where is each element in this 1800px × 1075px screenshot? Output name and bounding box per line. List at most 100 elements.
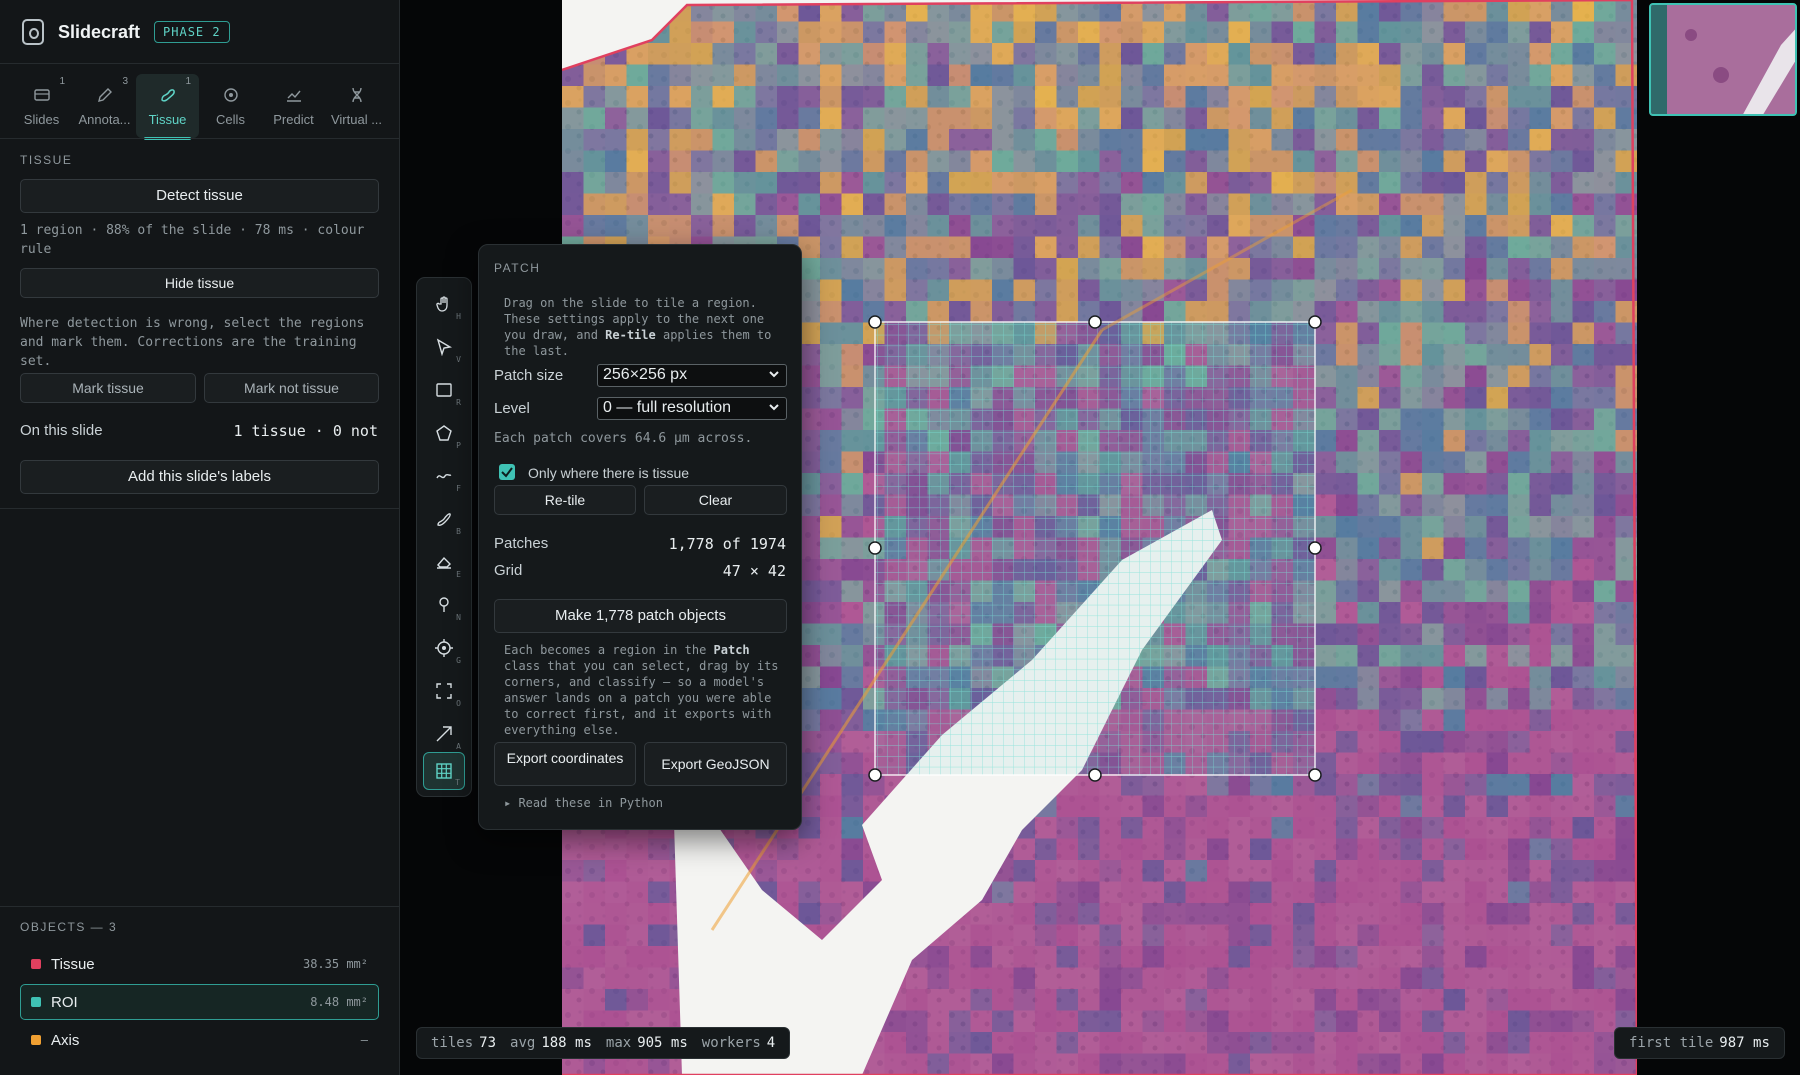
add-slide-labels-button[interactable]: Add this slide's labels xyxy=(20,460,379,494)
heat-tile xyxy=(820,451,842,473)
heat-tile xyxy=(1250,129,1272,151)
heat-tile xyxy=(1422,344,1444,366)
object-row-tissue[interactable]: Tissue 38.35 mm² xyxy=(20,946,379,982)
heat-tile xyxy=(1121,86,1143,108)
heat-tile xyxy=(1379,408,1401,430)
object-row-roi[interactable]: ROI 8.48 mm² xyxy=(20,984,379,1020)
crosshair-tool[interactable]: G xyxy=(423,629,465,667)
heat-tile xyxy=(970,967,992,989)
heat-tile xyxy=(927,107,949,129)
heat-tile xyxy=(755,172,777,194)
heat-tile xyxy=(1508,365,1530,387)
export-coordinates-button[interactable]: Export coordinates xyxy=(494,742,636,786)
heat-tile xyxy=(777,860,799,882)
heat-tile xyxy=(1508,258,1530,280)
mark-not-tissue-button[interactable]: Mark not tissue xyxy=(204,373,379,403)
heat-tile xyxy=(1099,21,1121,43)
eraser-tool[interactable]: E xyxy=(423,543,465,581)
heat-tile xyxy=(1228,21,1250,43)
brush-tool[interactable]: B xyxy=(423,500,465,538)
heat-tile xyxy=(1594,989,1616,1011)
heat-tile xyxy=(562,838,584,860)
heat-tile xyxy=(1529,236,1551,258)
heat-tile xyxy=(1035,946,1057,968)
heat-tile xyxy=(1121,236,1143,258)
heat-tile xyxy=(1422,215,1444,237)
pin-tool[interactable]: N xyxy=(423,586,465,624)
heat-tile xyxy=(1357,709,1379,731)
heat-tile xyxy=(1357,301,1379,323)
detect-tissue-button[interactable]: Detect tissue xyxy=(20,179,379,213)
heat-tile xyxy=(1572,64,1594,86)
heat-tile xyxy=(1615,774,1637,796)
heat-tile xyxy=(1293,64,1315,86)
pointer-tool[interactable]: V xyxy=(423,328,465,366)
minimap[interactable] xyxy=(1649,3,1797,116)
heat-tile xyxy=(1572,881,1594,903)
heat-tile xyxy=(1228,86,1250,108)
heat-tile xyxy=(1400,0,1422,22)
tab-tissue[interactable]: Tissue 1 xyxy=(136,74,199,140)
export-geojson-button[interactable]: Export GeoJSON xyxy=(644,742,787,786)
heat-tile xyxy=(820,709,842,731)
heat-tile xyxy=(605,946,627,968)
heat-tile xyxy=(1594,43,1616,65)
arrow-tool[interactable]: A xyxy=(423,715,465,753)
tab-cells[interactable]: Cells xyxy=(199,74,262,138)
make-patch-objects-button[interactable]: Make 1,778 patch objects xyxy=(494,599,787,633)
heat-tile xyxy=(1056,236,1078,258)
heat-tile xyxy=(583,193,605,215)
tab-slides[interactable]: Slides 1 xyxy=(10,74,73,138)
tab-predict[interactable]: Predict xyxy=(262,74,325,138)
heat-tile xyxy=(1465,86,1487,108)
heat-tile xyxy=(1379,752,1401,774)
heat-tile xyxy=(1357,580,1379,602)
heat-tile xyxy=(1422,64,1444,86)
retile-button[interactable]: Re-tile xyxy=(494,485,636,515)
heat-tile xyxy=(626,946,648,968)
polygon-tool[interactable]: P xyxy=(423,414,465,452)
heat-tile xyxy=(1228,150,1250,172)
heat-tile xyxy=(1271,817,1293,839)
heat-tile xyxy=(562,903,584,925)
rectangle-tool[interactable]: R xyxy=(423,371,465,409)
heat-tile xyxy=(1271,86,1293,108)
heat-tile xyxy=(1250,1032,1272,1054)
heat-tile xyxy=(1185,1053,1207,1075)
heat-tile xyxy=(712,215,734,237)
heat-tile xyxy=(1551,924,1573,946)
level-select[interactable]: 0 — full resolution xyxy=(597,397,787,420)
roi-rectangle[interactable] xyxy=(874,321,1316,776)
read-in-python-link[interactable]: ▸ Read these in Python xyxy=(504,795,789,811)
heat-tile xyxy=(820,645,842,667)
mark-tissue-button[interactable]: Mark tissue xyxy=(20,373,196,403)
tab-annotations[interactable]: Annota... 3 xyxy=(73,74,136,138)
heat-tile xyxy=(1400,1053,1422,1075)
heat-tile xyxy=(1529,580,1551,602)
only-tissue-checkbox[interactable] xyxy=(499,464,515,480)
heat-tile xyxy=(1379,924,1401,946)
hand-tool[interactable]: H xyxy=(423,285,465,323)
freehand-tool[interactable]: F xyxy=(423,457,465,495)
heat-tile xyxy=(669,43,691,65)
heat-tile xyxy=(1379,150,1401,172)
heat-tile xyxy=(1228,795,1250,817)
heat-tile xyxy=(1529,451,1551,473)
heat-tile xyxy=(1529,365,1551,387)
patch-size-select[interactable]: 256×256 px xyxy=(597,364,787,387)
clear-button[interactable]: Clear xyxy=(644,485,787,515)
heat-tile xyxy=(1336,107,1358,129)
heat-tile xyxy=(949,989,971,1011)
heat-tile xyxy=(1486,709,1508,731)
grid-tool[interactable]: T xyxy=(423,752,465,790)
heat-tile xyxy=(1379,946,1401,968)
heat-tile xyxy=(583,881,605,903)
tab-virtual[interactable]: Virtual ... xyxy=(325,74,388,138)
arrow-icon xyxy=(436,726,452,742)
object-row-axis[interactable]: Axis — xyxy=(20,1022,379,1058)
heat-tile xyxy=(1185,881,1207,903)
heat-tile xyxy=(1400,193,1422,215)
hide-tissue-button[interactable]: Hide tissue xyxy=(20,268,379,298)
frame-tool[interactable]: O xyxy=(423,672,465,710)
heat-tile xyxy=(820,408,842,430)
